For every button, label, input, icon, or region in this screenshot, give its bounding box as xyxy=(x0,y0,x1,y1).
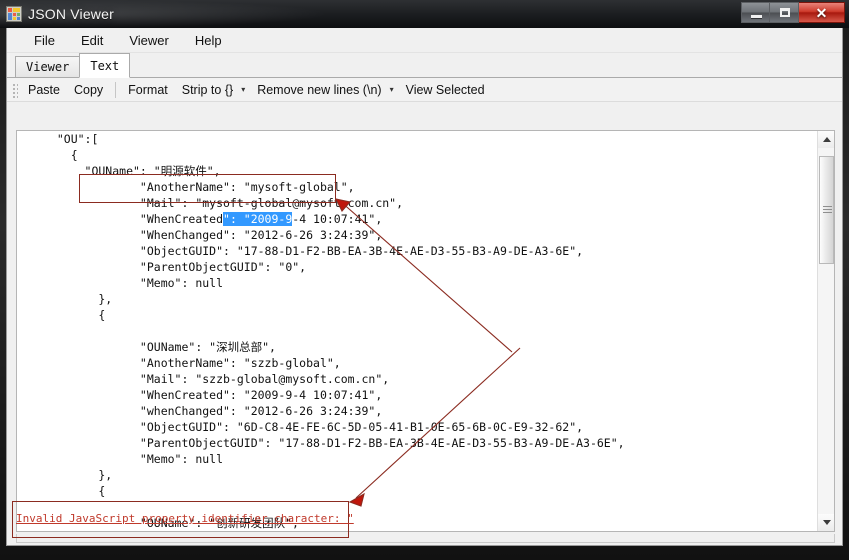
maximize-icon xyxy=(780,8,790,17)
close-icon: ✕ xyxy=(815,5,828,21)
paste-button[interactable]: Paste xyxy=(21,80,67,100)
scroll-up-arrow-icon xyxy=(822,137,831,142)
minimize-button[interactable] xyxy=(741,2,770,23)
json-text-editor[interactable]: "OU":[ { "OUName": "明源软件", "AnotherName"… xyxy=(16,130,835,532)
menu-item-viewer[interactable]: Viewer xyxy=(116,30,182,51)
remove-new-lines-button[interactable]: Remove new lines (\n) xyxy=(250,80,388,100)
menu-bar: File Edit Viewer Help xyxy=(7,28,842,53)
menu-item-edit[interactable]: Edit xyxy=(68,30,116,51)
menu-item-file[interactable]: File xyxy=(21,30,68,51)
maximize-button[interactable] xyxy=(770,2,799,23)
window-title: JSON Viewer xyxy=(28,6,114,22)
remove-chevron-down-icon[interactable]: ▾ xyxy=(389,80,399,100)
code-after-selection: -4 10:07:41", "WhenChanged": "2012-6-26 … xyxy=(98,212,625,530)
title-bar[interactable]: JSON Viewer ✕ xyxy=(0,0,849,28)
format-button[interactable]: Format xyxy=(121,80,175,100)
strip-chevron-down-icon[interactable]: ▾ xyxy=(240,80,250,100)
selected-text[interactable]: ": "2009-9 xyxy=(223,212,293,226)
app-grid-icon xyxy=(6,6,22,22)
view-selected-button[interactable]: View Selected xyxy=(399,80,492,100)
copy-button[interactable]: Copy xyxy=(67,80,110,100)
client-area: File Edit Viewer Help Viewer Text Paste … xyxy=(6,28,843,546)
toolbar-separator xyxy=(115,81,117,98)
scroll-up-button[interactable] xyxy=(818,131,834,148)
application-window: JSON Viewer ✕ File Edit Viewer Help View… xyxy=(0,0,849,560)
window-controls: ✕ xyxy=(741,2,845,23)
tab-text[interactable]: Text xyxy=(79,53,131,78)
tab-viewer[interactable]: Viewer xyxy=(15,56,81,78)
scrollbar-thumb[interactable] xyxy=(819,156,834,264)
vertical-scrollbar[interactable] xyxy=(817,131,834,531)
scroll-down-button[interactable] xyxy=(818,514,834,531)
close-button[interactable]: ✕ xyxy=(799,2,845,23)
toolbar-grip-icon[interactable] xyxy=(11,81,18,98)
toolbar: Paste Copy Format Strip to {} ▾ Remove n… xyxy=(7,78,842,102)
json-source-text[interactable]: "OU":[ { "OUName": "明源软件", "AnotherName"… xyxy=(17,131,817,531)
scroll-down-arrow-icon xyxy=(822,520,831,525)
menu-item-help[interactable]: Help xyxy=(182,30,235,51)
minimize-icon xyxy=(751,15,762,18)
tab-strip: Viewer Text xyxy=(7,53,842,78)
status-bar xyxy=(16,534,835,543)
strip-to-braces-button[interactable]: Strip to {} xyxy=(175,80,240,100)
